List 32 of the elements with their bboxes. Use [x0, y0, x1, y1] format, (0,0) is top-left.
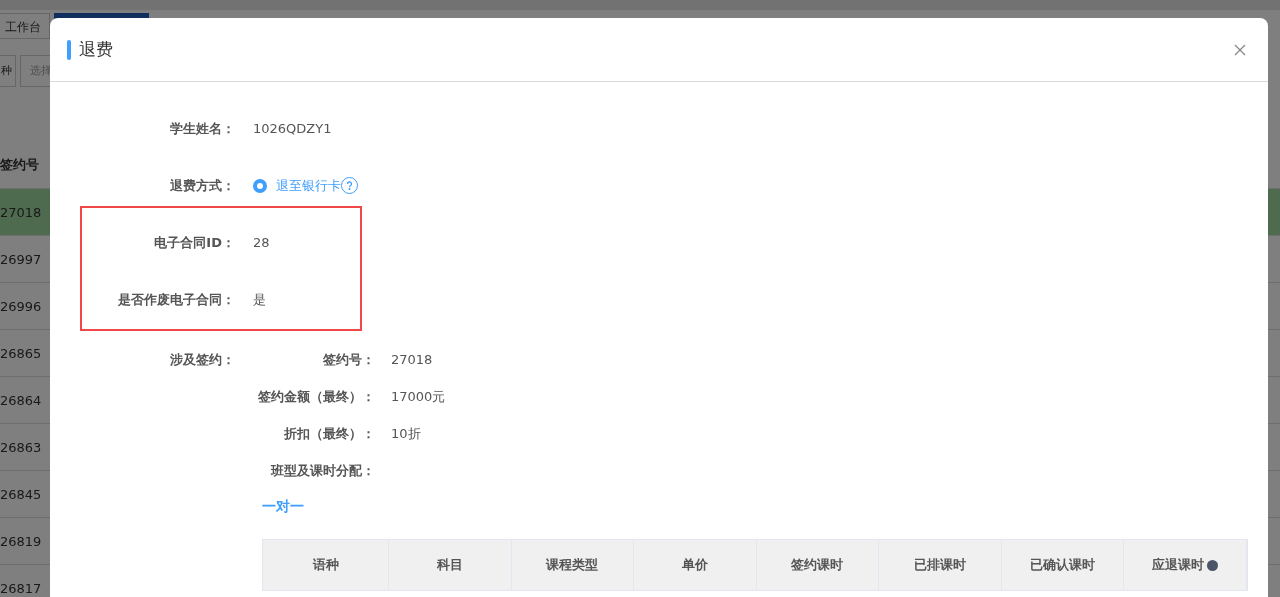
field-label: 退费方式： [169, 176, 235, 195]
field-value: 10折 [391, 424, 421, 443]
header-text: 签约课时 [791, 556, 844, 574]
field-value: 27018 [391, 352, 433, 367]
field-label: 班型及课时分配： [269, 461, 375, 480]
field-value: 17000元 [391, 387, 446, 406]
field-label: 折扣（最终）： [283, 424, 375, 443]
field-value: 是 [253, 290, 266, 309]
field-label: 涉及签约： [169, 350, 235, 369]
header-text: 应退课时 [1152, 556, 1205, 574]
header-text: 语种 [312, 556, 339, 574]
title-accent [67, 39, 71, 60]
field-label: 是否作废电子合同： [117, 290, 235, 309]
field-value: 28 [253, 235, 270, 250]
section-title: 一对一 [262, 497, 305, 516]
field-label: 签约号： [322, 350, 375, 369]
help-icon[interactable] [1207, 559, 1219, 571]
header-text: 课程类型 [546, 556, 599, 574]
field-label: 签约金额（最终）： [257, 387, 375, 406]
field-label: 电子合同ID： [153, 233, 235, 252]
field-value: 1026QDZY1 [253, 121, 332, 136]
field-label: 学生姓名： [169, 119, 235, 138]
header-text: 单价 [681, 556, 708, 574]
page-tab[interactable]: 工作台 [0, 13, 50, 39]
header-text: 已确认课时 [1030, 556, 1096, 574]
radio-button[interactable] [253, 178, 267, 193]
header-text: 科目 [436, 556, 463, 574]
header-text: 已排课时 [914, 556, 967, 574]
radio-label[interactable]: 退至银行卡 [276, 176, 341, 195]
column-header: 签约号 [0, 156, 39, 174]
filter-field[interactable]: 种 [0, 55, 16, 87]
dialog-title: 退费 [79, 38, 113, 61]
